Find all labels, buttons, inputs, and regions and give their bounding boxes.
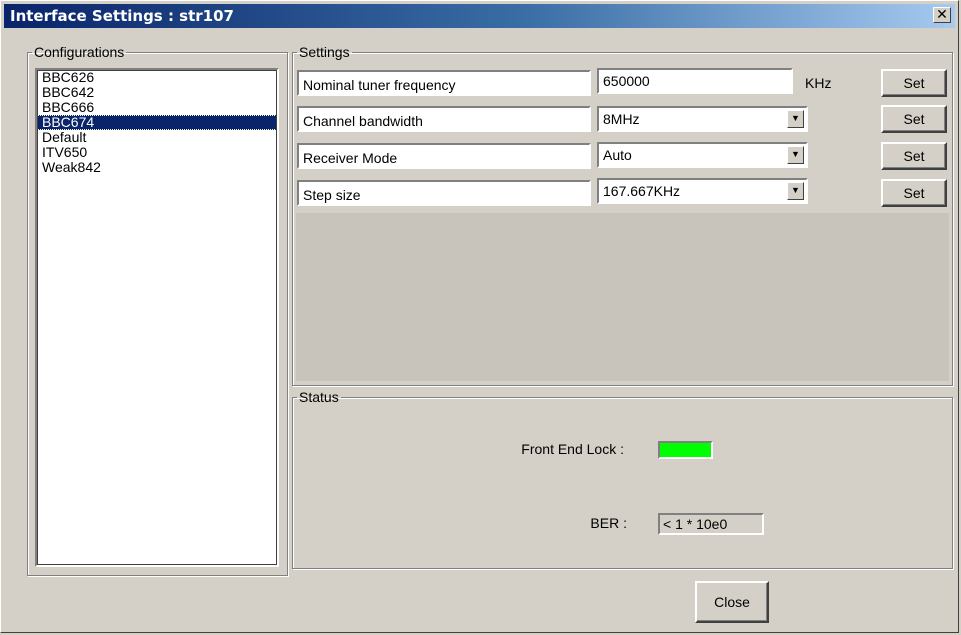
- configurations-legend: Configurations: [34, 44, 125, 60]
- window-title: Interface Settings : str107: [10, 7, 234, 25]
- status-group: Status: [292, 389, 953, 569]
- step-size-select[interactable]: 167.667KHz ▼: [597, 178, 808, 204]
- set-bandwidth-button[interactable]: Set: [881, 105, 947, 133]
- set-step-size-button[interactable]: Set: [881, 179, 947, 207]
- list-item[interactable]: BBC626: [37, 70, 277, 85]
- configurations-list[interactable]: BBC626 BBC642 BBC666 BBC674 Default ITV6…: [35, 68, 279, 567]
- status-legend: Status: [299, 389, 339, 405]
- list-item[interactable]: ITV650: [37, 145, 277, 160]
- ber-label: BER :: [590, 515, 627, 531]
- receiver-mode-value: Auto: [603, 147, 632, 163]
- channel-bandwidth-select[interactable]: 8MHz ▼: [597, 106, 808, 132]
- list-item[interactable]: Weak842: [37, 160, 277, 175]
- close-button[interactable]: Close: [695, 581, 769, 623]
- interface-settings-dialog: Interface Settings : str107 ✕ Configurat…: [0, 0, 959, 633]
- chevron-down-icon[interactable]: ▼: [787, 146, 804, 164]
- frequency-input[interactable]: 650000: [597, 68, 793, 94]
- ber-value-box: < 1 * 10e0: [658, 513, 764, 535]
- step-size-label: Step size: [297, 180, 591, 206]
- close-icon[interactable]: ✕: [933, 7, 951, 23]
- front-end-lock-indicator: [658, 441, 713, 459]
- settings-legend: Settings: [299, 44, 350, 60]
- ber-value: < 1 * 10e0: [663, 516, 728, 532]
- set-receiver-mode-button[interactable]: Set: [881, 142, 947, 170]
- channel-bandwidth-label: Channel bandwidth: [297, 106, 591, 132]
- chevron-down-icon[interactable]: ▼: [787, 182, 804, 200]
- step-size-value: 167.667KHz: [603, 183, 681, 199]
- list-item[interactable]: BBC642: [37, 85, 277, 100]
- list-item[interactable]: BBC666: [37, 100, 277, 115]
- title-bar: Interface Settings : str107 ✕: [4, 4, 955, 28]
- settings-empty-area: [296, 213, 949, 381]
- receiver-mode-label: Receiver Mode: [297, 143, 591, 169]
- front-end-lock-label: Front End Lock :: [521, 441, 624, 457]
- channel-bandwidth-value: 8MHz: [603, 111, 640, 127]
- receiver-mode-select[interactable]: Auto ▼: [597, 142, 808, 168]
- list-item-selected[interactable]: BBC674: [37, 115, 277, 130]
- nominal-frequency-label: Nominal tuner frequency: [297, 70, 591, 96]
- chevron-down-icon[interactable]: ▼: [787, 110, 804, 128]
- set-frequency-button[interactable]: Set: [881, 69, 947, 97]
- frequency-value: 650000: [603, 73, 650, 89]
- list-item[interactable]: Default: [37, 130, 277, 145]
- frequency-unit: KHz: [805, 75, 832, 91]
